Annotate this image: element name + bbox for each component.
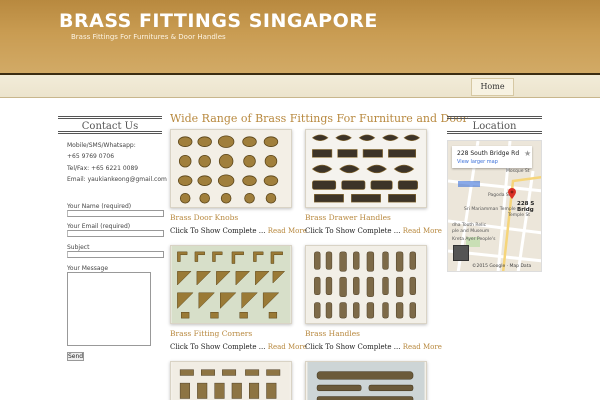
street-label-mosque: Mosque St [506, 169, 530, 174]
email-label: Your Email (required) [67, 223, 131, 230]
name-label: Your Name (required) [67, 203, 132, 210]
map-address: 228 South Bridge Rd [457, 150, 520, 157]
page-title: Wide Range of Brass Fittings For Furnitu… [170, 112, 468, 125]
brass-handles-image[interactable] [305, 245, 427, 324]
door-knobs-desc-text: Click To Show Complete ... [170, 227, 266, 235]
door-knobs-desc: Click To Show Complete ... Read More [170, 227, 307, 235]
mobile-label: Mobile/SMS/Whatsapp: [67, 142, 136, 149]
brass-hinges-image[interactable] [170, 361, 292, 400]
main-nav: Home [0, 73, 600, 98]
site-tagline: Brass Fittings For Furnitures & Door Han… [71, 33, 226, 41]
door-knobs-read-more[interactable]: Read More [268, 227, 307, 235]
contact-email: Email: yaukiankeong@gmail.com [67, 176, 167, 183]
send-button[interactable]: Send [67, 352, 84, 361]
brass-handles-desc-text: Click To Show Complete ... [305, 343, 401, 351]
fitting-corners-illustration [171, 246, 291, 323]
site-title[interactable]: BRASS FITTINGS SINGAPORE [59, 10, 378, 32]
fitting-corners-read-more[interactable]: Read More [268, 343, 307, 351]
map-pin-icon[interactable] [508, 188, 516, 199]
drawer-handles-title[interactable]: Brass Drawer Handles [305, 213, 391, 222]
message-label: Your Message [67, 265, 109, 272]
map-zoom-thumbnail[interactable] [453, 245, 469, 261]
map-pin-label: 228 S Bridg [517, 201, 535, 213]
drawer-handles-image[interactable] [305, 129, 427, 208]
fitting-corners-desc-text: Click To Show Complete ... [170, 343, 266, 351]
message-textarea[interactable] [67, 272, 151, 346]
name-field[interactable] [67, 210, 164, 217]
drawer-handles-illustration [306, 130, 426, 207]
drawer-handles-desc: Click To Show Complete ... Read More [305, 227, 442, 235]
drawer-handles-desc-text: Click To Show Complete ... [305, 227, 401, 235]
map-attribution: ©2015 Google · Map Data [472, 264, 532, 269]
email-field[interactable] [67, 230, 164, 237]
contact-widget-title: Contact Us [58, 116, 162, 134]
brass-knockers-image[interactable] [305, 361, 427, 400]
fitting-corners-image[interactable] [170, 245, 292, 324]
landmark-sri-mariamman: Sri Mariamman Temple [464, 207, 516, 212]
save-star-icon[interactable]: ★ [524, 149, 531, 158]
landmark-kreta-ayer: Kreta Ayer People's [452, 237, 496, 242]
drawer-handles-read-more[interactable]: Read More [403, 227, 442, 235]
door-knobs-title[interactable]: Brass Door Knobs [170, 213, 238, 222]
location-widget-title: Location [447, 116, 542, 134]
nav-home-link[interactable]: Home [471, 78, 514, 96]
street-label-temple: Temple St [508, 213, 531, 218]
landmark-museum: ple and Museum [452, 229, 490, 234]
door-knobs-illustration [171, 130, 291, 207]
brass-handles-desc: Click To Show Complete ... Read More [305, 343, 442, 351]
view-larger-map-link[interactable]: View larger map [457, 159, 498, 165]
subject-field[interactable] [67, 251, 164, 258]
location-map[interactable]: 228 South Bridge Rd View larger map ★ Mo… [447, 140, 542, 272]
brass-hinges-illustration [172, 362, 290, 400]
landmark-tooth-relic: dha Tooth Relic [452, 223, 487, 228]
brass-handles-title[interactable]: Brass Handles [305, 329, 360, 338]
fitting-corners-desc: Click To Show Complete ... Read More [170, 343, 307, 351]
door-knobs-image[interactable] [170, 129, 292, 208]
mobile-value: +65 9769 0706 [67, 153, 115, 160]
brass-handles-read-more[interactable]: Read More [403, 343, 442, 351]
brass-handles-illustration [306, 246, 426, 323]
subject-label: Subject [67, 244, 90, 251]
map-info-card: 228 South Bridge Rd View larger map [452, 146, 532, 168]
site-header: BRASS FITTINGS SINGAPORE Brass Fittings … [0, 0, 600, 73]
fitting-corners-title[interactable]: Brass Fitting Corners [170, 329, 252, 338]
tel-fax: Tel/Fax: +65 6221 0089 [67, 165, 139, 172]
brass-knockers-illustration [307, 362, 425, 400]
